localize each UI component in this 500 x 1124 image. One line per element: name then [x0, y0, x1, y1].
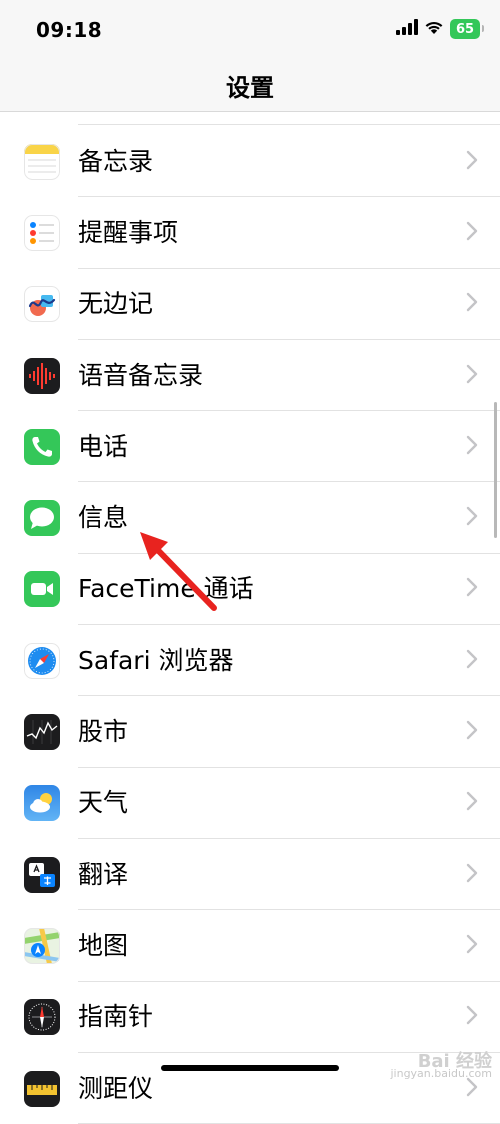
notes-icon [24, 143, 60, 180]
page-title: 设置 [226, 74, 274, 102]
chevron-right-icon [466, 221, 478, 245]
status-icons: 65 [396, 19, 484, 39]
annotation-arrow [140, 532, 217, 611]
scrollbar[interactable] [494, 402, 497, 538]
chevron-right-icon [466, 506, 478, 530]
list-top-divider [78, 124, 500, 125]
status-bar: 09:18 65 [0, 0, 500, 60]
chevron-right-icon [466, 934, 478, 958]
settings-item-label: 测距仪 [78, 1073, 154, 1103]
settings-item-label: 语音备忘录 [78, 360, 204, 390]
chevron-right-icon [466, 435, 478, 459]
phone-icon [24, 428, 60, 465]
settings-item-stocks[interactable]: 股市 [0, 696, 500, 768]
battery-level: 65 [455, 21, 475, 37]
status-time: 09:18 [36, 18, 103, 42]
reminders-icon [24, 214, 60, 251]
chevron-right-icon [466, 292, 478, 316]
settings-item-label: 信息 [78, 503, 129, 533]
settings-item-notes[interactable]: 备忘录 [0, 126, 500, 198]
settings-item-label: 股市 [78, 717, 129, 747]
settings-item-messages[interactable]: 信息 [0, 482, 500, 555]
settings-list: 备忘录 提醒事项 无边记 语音备忘录 电话 信息 FaceTime 通话 Saf… [0, 126, 500, 1124]
home-indicator[interactable] [161, 1065, 339, 1071]
messages-icon [24, 500, 60, 537]
settings-item-freeform[interactable]: 无边记 [0, 269, 500, 341]
settings-item-label: 无边记 [78, 289, 154, 319]
compass-icon [24, 999, 60, 1036]
chevron-right-icon [466, 791, 478, 815]
chevron-right-icon [466, 1005, 478, 1029]
chevron-right-icon [466, 577, 478, 601]
chevron-right-icon [466, 364, 478, 388]
safari-icon [24, 642, 60, 679]
wifi-icon [424, 19, 444, 39]
cellular-signal-icon [396, 19, 418, 39]
settings-item-label: 天气 [78, 788, 129, 818]
freeform-icon [24, 286, 60, 323]
settings-item-translate[interactable]: 翻译 [0, 839, 500, 911]
voice-memos-icon [24, 357, 60, 394]
settings-item-phone[interactable]: 电话 [0, 411, 500, 483]
battery-icon: 65 [450, 19, 484, 39]
facetime-icon [24, 571, 60, 608]
translate-icon [24, 856, 60, 893]
stocks-icon [24, 714, 60, 751]
chevron-right-icon [466, 150, 478, 174]
watermark-url: jingyan.baidu.com [390, 1067, 492, 1080]
settings-item-label: 指南针 [78, 1002, 154, 1032]
settings-item-voice-memos[interactable]: 语音备忘录 [0, 340, 500, 412]
settings-item-label: Safari 浏览器 [78, 645, 234, 675]
measure-icon [24, 1070, 60, 1107]
chevron-right-icon [466, 1077, 478, 1101]
settings-item-label: 电话 [78, 431, 129, 461]
settings-item-reminders[interactable]: 提醒事项 [0, 197, 500, 269]
settings-item-weather[interactable]: 天气 [0, 768, 500, 840]
navigation-bar: 设置 [0, 60, 500, 112]
settings-item-maps[interactable]: 地图 [0, 910, 500, 982]
chevron-right-icon [466, 863, 478, 887]
settings-item-compass[interactable]: 指南针 [0, 982, 500, 1054]
settings-item-label: 翻译 [78, 859, 129, 889]
weather-icon [24, 785, 60, 822]
settings-item-safari[interactable]: Safari 浏览器 [0, 625, 500, 697]
watermark: Bai 经验 jingyan.baidu.com [390, 1053, 492, 1080]
settings-item-label: 地图 [78, 930, 129, 960]
settings-item-label: 提醒事项 [78, 217, 179, 247]
chevron-right-icon [466, 720, 478, 744]
settings-item-label: 备忘录 [78, 146, 154, 176]
chevron-right-icon [466, 649, 478, 673]
settings-item-facetime[interactable]: FaceTime 通话 [0, 554, 500, 626]
maps-icon [24, 927, 60, 964]
